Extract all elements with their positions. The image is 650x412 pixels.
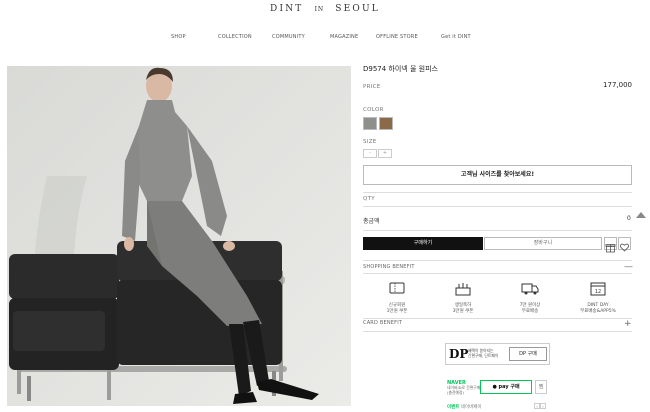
divider: [363, 230, 632, 231]
benefit-line2: 무료배송&APP5%: [580, 309, 616, 314]
size-decrease-button[interactable]: -: [363, 149, 377, 158]
benefit-dint-day: 12 DINT DAY 무료배송&APP5%: [570, 280, 626, 315]
nav-collection[interactable]: COLLECTION: [218, 34, 252, 40]
logo-part3: SEOUL: [335, 4, 380, 14]
heart-icon: [619, 243, 630, 252]
size-finder-button[interactable]: 고객님 사이즈를 찾아보세요!: [363, 165, 632, 185]
color-swatch-gray[interactable]: [363, 117, 377, 130]
naver-pay-panel: NAVER 네이버ID로 간편구매 (충전예정) ● pay 구매 찜 이벤트 …: [445, 377, 550, 412]
dp-text-line2: 간편구매, 딘트페이: [468, 353, 499, 358]
site-logo[interactable]: DINT IN SEOUL: [0, 4, 650, 14]
dp-pay-banner: DP 혜택이 쏟아지는 간편구매, 딘트페이 DP 구매: [445, 343, 550, 365]
color-swatch-brown[interactable]: [379, 117, 393, 130]
birthday-cake-icon: [455, 283, 471, 296]
product-image[interactable]: [7, 66, 351, 406]
buy-button[interactable]: 구매하기: [363, 237, 483, 250]
nav-offline-store[interactable]: OFFLINE STORE: [376, 34, 418, 40]
logo-part1: DINT: [270, 4, 304, 14]
calendar-icon: 12: [590, 282, 606, 296]
scroll-top-icon[interactable]: [636, 212, 646, 218]
divider: [363, 260, 632, 261]
naver-wishlist-button[interactable]: 찜: [535, 380, 547, 394]
naver-event-label: 이벤트: [447, 405, 460, 410]
nav-get-it-dint[interactable]: Get it DINT: [441, 34, 471, 40]
svg-text:12: 12: [595, 289, 601, 295]
total-label: 총금액: [363, 218, 380, 225]
naver-event-pager: ‹ ›: [534, 403, 546, 409]
benefit-line2: 무료배송: [521, 309, 539, 314]
card-benefit-title: CARD BENEFIT: [363, 320, 403, 326]
benefit-new-member: 신규회원 1만원 쿠폰: [369, 280, 425, 315]
naver-subtext: 네이버ID로 간편구매 (충전예정): [447, 385, 480, 395]
color-label: COLOR: [363, 107, 384, 113]
naver-pay-buy-button[interactable]: ● pay 구매: [480, 380, 532, 394]
benefit-birthday: 생일축하 3만원 쿠폰: [435, 280, 491, 315]
divider: [363, 331, 632, 332]
divider: [363, 206, 632, 207]
chevron-right-icon[interactable]: ›: [540, 403, 546, 409]
divider: [363, 192, 632, 193]
qty-label: QTY: [363, 196, 375, 202]
size-increase-button[interactable]: +: [378, 149, 392, 158]
benefit-line2: 1만원 쿠폰: [386, 309, 408, 314]
coupon-icon: [389, 282, 405, 294]
gift-button[interactable]: [604, 237, 617, 253]
benefit-line2: 3만원 쿠폰: [452, 309, 474, 314]
nav-community[interactable]: COMMUNITY: [272, 34, 305, 40]
dp-buy-button[interactable]: DP 구매: [509, 347, 547, 361]
naver-subtext-line2: (충전예정): [447, 390, 464, 395]
card-benefit-expand-toggle[interactable]: +: [624, 320, 632, 329]
nav-magazine[interactable]: MAGAZINE: [330, 34, 358, 40]
benefit-free-shipping: 7만 원이상 무료배송: [502, 280, 558, 315]
price-label: PRICE: [363, 84, 381, 90]
dp-description: 혜택이 쏟아지는 간편구매, 딘트페이: [468, 348, 498, 358]
total-value: 0: [627, 215, 631, 222]
add-to-cart-button[interactable]: 장바구니: [484, 237, 602, 250]
shopping-benefit-collapse-toggle[interactable]: —: [624, 263, 633, 272]
delivery-truck-icon: [521, 283, 539, 295]
dp-logo: DP: [449, 347, 469, 361]
product-title: D9574 하이넥 울 원피스: [363, 65, 438, 73]
nav-shop[interactable]: SHOP: [171, 34, 186, 40]
shopping-benefit-title: SHOPPING BENEFIT: [363, 264, 415, 270]
divider: [363, 318, 632, 319]
product-photo-illustration: [7, 66, 351, 406]
logo-part2: IN: [314, 6, 325, 13]
price-value: 177,000: [603, 81, 632, 89]
size-label: SIZE: [363, 139, 377, 145]
naver-event[interactable]: 이벤트 네이버페이: [447, 404, 482, 410]
naver-event-text: 네이버페이: [460, 405, 482, 410]
wishlist-button[interactable]: [618, 237, 631, 252]
divider: [363, 273, 632, 274]
gift-icon: [605, 244, 616, 253]
